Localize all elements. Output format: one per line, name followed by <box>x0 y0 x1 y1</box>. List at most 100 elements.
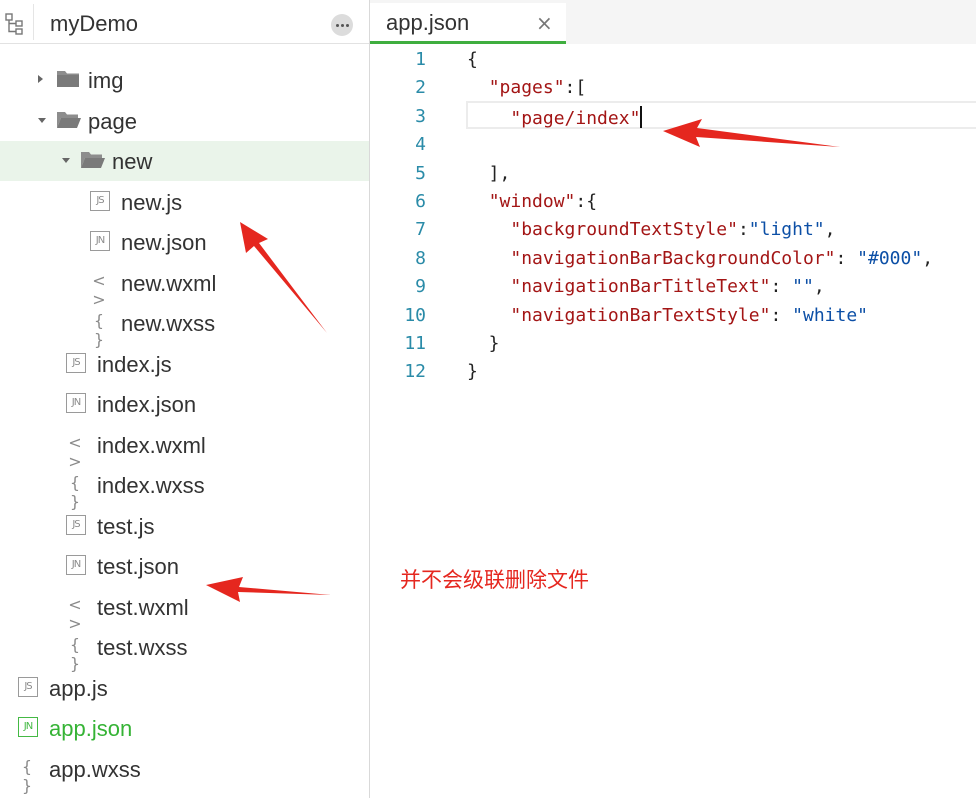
line-number: 12 <box>404 361 426 383</box>
code-line: 5 ], <box>370 160 976 188</box>
code-token: :{ <box>575 191 598 212</box>
code-line: 6 "window":{ <box>370 188 976 216</box>
tree-item-label: test.wxml <box>97 594 189 620</box>
code-text: "pages":[ <box>467 77 587 99</box>
tree-item-label: app.js <box>49 675 108 701</box>
code-line: 7 "backgroundTextStyle":"light", <box>370 216 976 244</box>
code-text: "page/index" <box>467 105 643 129</box>
code-token: , <box>824 219 836 241</box>
tree-item-new-js[interactable]: JS new.js <box>0 182 369 222</box>
code-token: "page/index" <box>510 107 641 129</box>
js-file-icon: JS <box>66 514 86 535</box>
tree-item-label: app.json <box>49 716 133 741</box>
code-token: :[ <box>564 77 587 99</box>
code-line: 8 "navigationBarBackgroundColor": "#000"… <box>370 245 976 273</box>
text-cursor <box>640 105 643 128</box>
folder-open-icon <box>80 150 105 169</box>
annotation-note: 并不会级联删除文件 <box>400 568 589 592</box>
code-text: "navigationBarBackgroundColor": "#000", <box>467 248 933 269</box>
code-text: } <box>467 333 500 354</box>
code-token: "" <box>792 276 814 298</box>
code-text: { <box>467 49 478 70</box>
code-line: 12} <box>370 358 976 386</box>
line-number: 10 <box>404 304 426 326</box>
line-number: 3 <box>415 105 426 127</box>
line-number: 5 <box>415 162 426 184</box>
json-file-icon: JN <box>18 717 38 737</box>
tree-item-label: index.wxss <box>97 473 205 498</box>
js-file-icon: JS <box>18 676 38 697</box>
file-tree-icon[interactable] <box>4 12 28 36</box>
tree-item-new-json[interactable]: JN new.json <box>0 222 369 262</box>
code-token: "white" <box>792 304 868 326</box>
tree-item-label: index.json <box>97 392 197 417</box>
code-token: "navigationBarTextStyle" <box>510 304 771 326</box>
tree-item-page[interactable]: page <box>0 101 369 141</box>
tree-item-new[interactable]: new <box>0 141 369 181</box>
chevron-right-icon[interactable] <box>38 75 43 83</box>
code-token: : <box>835 247 858 269</box>
line-number: 8 <box>415 247 426 269</box>
json-file-icon: JN <box>66 393 86 413</box>
code-line: 3 "page/index" <box>370 103 976 131</box>
tree-item-index-wxss[interactable]: { } index.wxss <box>0 465 369 511</box>
tree-item-label: test.js <box>97 513 155 539</box>
code-token: "#000" <box>857 247 923 269</box>
line-number: 2 <box>415 77 426 99</box>
code-text: "window":{ <box>467 191 597 212</box>
tree-item-app-json[interactable]: JN app.json <box>0 708 369 748</box>
tree-item-index-js[interactable]: JS index.js <box>0 344 369 384</box>
tab-title: app.json <box>386 10 470 35</box>
tree-item-label: page <box>88 108 137 134</box>
tree-item-label: new.json <box>121 230 207 255</box>
code-line: 9 "navigationBarTitleText": "", <box>370 273 976 301</box>
code-token: "light" <box>748 219 825 241</box>
curly-braces-icon: { } <box>21 756 35 795</box>
tree-item-app-js[interactable]: JS app.js <box>0 668 369 708</box>
code-text: "navigationBarTitleText": "", <box>467 276 825 298</box>
tree-item-label: new.js <box>121 189 183 215</box>
more-options-icon[interactable] <box>331 14 353 36</box>
code-token: , <box>813 276 825 298</box>
code-token: : <box>770 276 793 298</box>
code-text: "navigationBarTextStyle": "white" <box>467 305 868 326</box>
tree-item-app-wxss[interactable]: { } app.wxss <box>0 749 369 795</box>
tree-item-index-json[interactable]: JN index.json <box>0 384 369 424</box>
code-token: : <box>770 304 793 326</box>
tab-app-json[interactable]: app.json × <box>370 3 566 44</box>
file-explorer: myDemo img page new JS new.js JN new.json < > ne… <box>0 0 370 798</box>
code-token: } <box>467 333 500 354</box>
tree-item-new-wxml[interactable]: < > new.wxml <box>0 263 369 309</box>
tree-item-label: index.wxml <box>97 432 206 458</box>
tree-item-label: test.json <box>97 554 179 579</box>
chevron-down-icon[interactable] <box>62 158 70 163</box>
code-token: { <box>467 49 478 70</box>
tree-item-img[interactable]: img <box>0 60 369 100</box>
close-icon[interactable]: × <box>536 11 553 35</box>
header-divider <box>33 4 34 40</box>
tree-item-new-wxss[interactable]: { } new.wxss <box>0 303 369 349</box>
code-token: } <box>467 361 478 383</box>
tree-item-label: new <box>112 149 153 174</box>
code-token: "backgroundTextStyle" <box>510 219 738 241</box>
code-token: : <box>737 219 749 241</box>
tree-item-index-wxml[interactable]: < > index.wxml <box>0 425 369 471</box>
tree-item-label: index.js <box>97 351 172 377</box>
js-file-icon: JS <box>66 352 86 373</box>
tree-item-test-wxml[interactable]: < > test.wxml <box>0 587 369 633</box>
line-number: 1 <box>415 49 426 70</box>
chevron-down-icon[interactable] <box>38 117 46 123</box>
tab-bar: app.json × <box>370 0 976 44</box>
tree-item-test-wxss[interactable]: { } test.wxss <box>0 627 369 673</box>
tree-item-test-json[interactable]: JN test.json <box>0 546 369 586</box>
tree-item-test-js[interactable]: JS test.js <box>0 506 369 546</box>
code-token: ], <box>467 162 511 184</box>
line-number: 6 <box>415 191 426 212</box>
code-area[interactable]: 1{2 "pages":[3 "page/index" 4 5 ], 6 "windo… <box>370 44 976 798</box>
code-token: "window" <box>488 191 576 212</box>
code-line: 11 } <box>370 330 976 358</box>
